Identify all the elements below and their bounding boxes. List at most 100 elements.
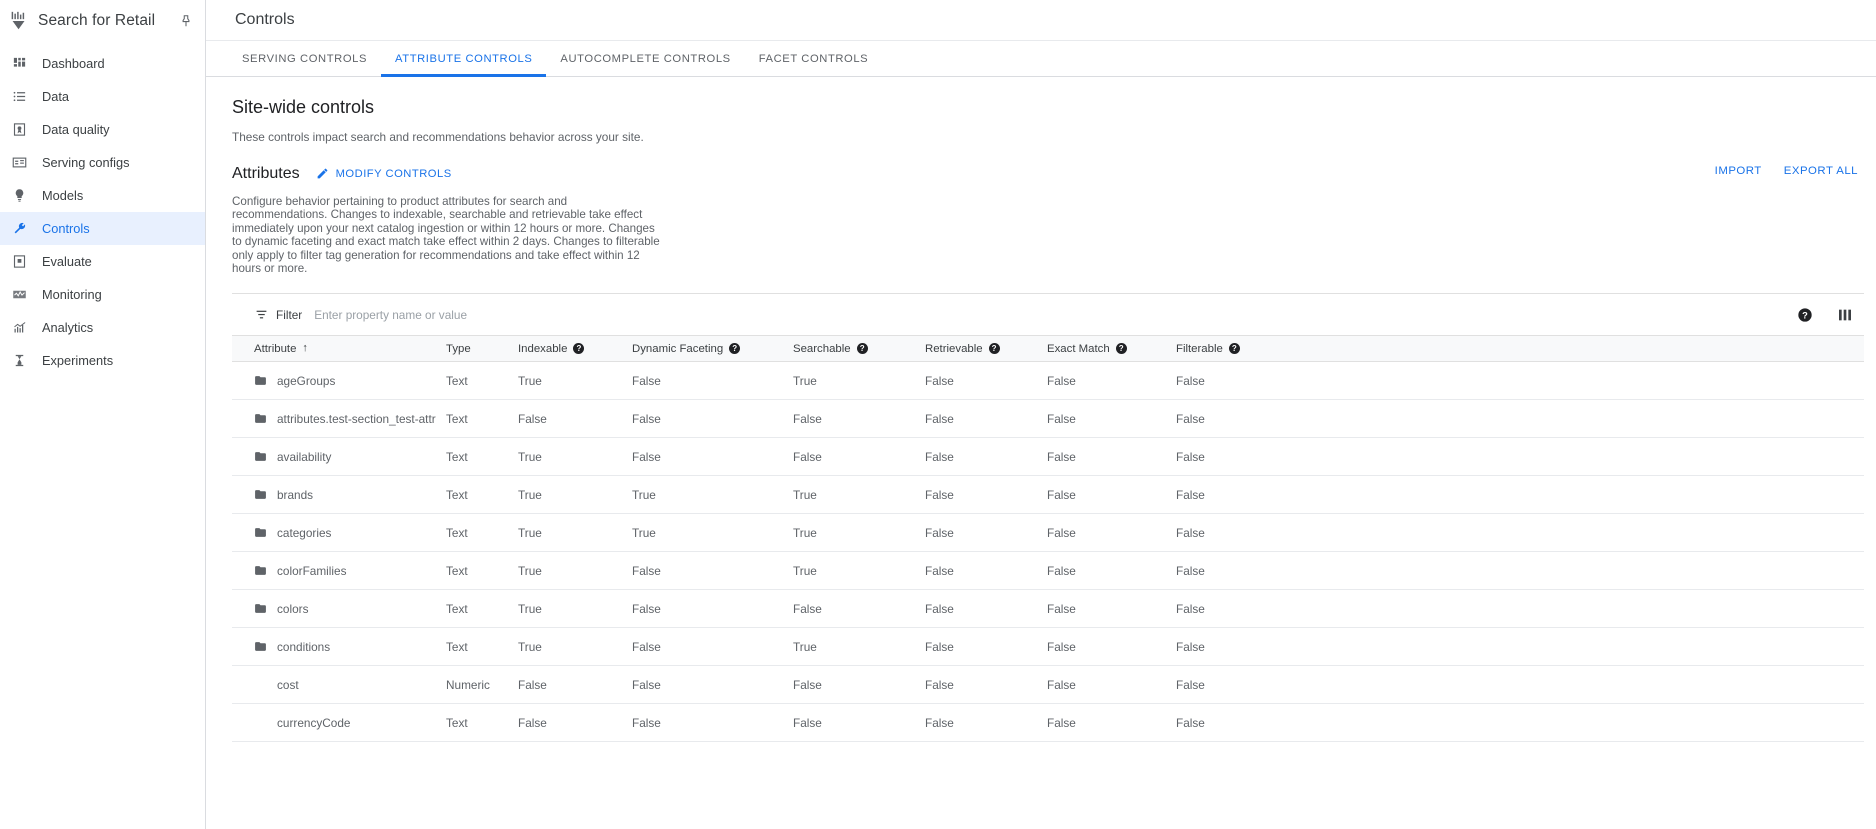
column-label: Filterable <box>1176 343 1223 355</box>
column-header-attribute[interactable]: Attribute ↑ <box>232 336 446 362</box>
sidebar-item-data[interactable]: Data <box>0 80 205 113</box>
cell-attribute: conditions <box>232 628 446 666</box>
cell-type: Text <box>446 476 518 514</box>
help-icon[interactable]: ? <box>857 343 868 354</box>
brand-title: Search for Retail <box>38 12 169 30</box>
help-icon[interactable]: ? <box>573 343 584 354</box>
attributes-description: Configure behavior pertaining to product… <box>232 195 664 275</box>
table-row[interactable]: colorsTextTrueFalseFalseFalseFalseFalse <box>232 590 1864 628</box>
cell-indexable: True <box>518 438 632 476</box>
column-header-type[interactable]: Type <box>446 336 518 362</box>
sidebar-item-experiments[interactable]: Experiments <box>0 344 205 377</box>
column-header-dynamic-faceting[interactable]: Dynamic Faceting ? <box>632 336 793 362</box>
cell-dynamic-faceting: False <box>632 590 793 628</box>
cell-filterable: False <box>1176 666 1864 704</box>
column-header-indexable[interactable]: Indexable ? <box>518 336 632 362</box>
cell-exact-match: False <box>1047 552 1176 590</box>
cell-type: Text <box>446 438 518 476</box>
cell-searchable: False <box>793 590 925 628</box>
cell-filterable: False <box>1176 704 1864 742</box>
column-header-filterable[interactable]: Filterable ? <box>1176 336 1864 362</box>
table-row[interactable]: availabilityTextTrueFalseFalseFalseFalse… <box>232 438 1864 476</box>
table-body: ageGroupsTextTrueFalseTrueFalseFalseFals… <box>232 362 1864 742</box>
export-all-button[interactable]: EXPORT ALL <box>1784 165 1858 177</box>
folder-icon <box>254 374 267 387</box>
sidebar-item-models[interactable]: Models <box>0 179 205 212</box>
cell-indexable: True <box>518 476 632 514</box>
column-label: Exact Match <box>1047 343 1110 355</box>
help-icon[interactable]: ? <box>989 343 1000 354</box>
table-row[interactable]: colorFamiliesTextTrueFalseTrueFalseFalse… <box>232 552 1864 590</box>
cell-exact-match: False <box>1047 362 1176 400</box>
pencil-icon <box>316 167 330 181</box>
cell-exact-match: False <box>1047 666 1176 704</box>
help-icon[interactable]: ? <box>1116 343 1127 354</box>
tab-facet-controls[interactable]: FACET CONTROLS <box>745 53 883 76</box>
sort-ascending-icon: ↑ <box>302 343 308 354</box>
modify-controls-button[interactable]: MODIFY CONTROLS <box>316 167 452 181</box>
cell-dynamic-faceting: False <box>632 628 793 666</box>
attribute-name: availability <box>277 450 331 464</box>
table-row[interactable]: currencyCodeTextFalseFalseFalseFalseFals… <box>232 704 1864 742</box>
cell-dynamic-faceting: False <box>632 704 793 742</box>
monitoring-icon <box>11 286 28 303</box>
table-row[interactable]: costNumericFalseFalseFalseFalseFalseFals… <box>232 666 1864 704</box>
sidebar-item-controls[interactable]: Controls <box>0 212 205 245</box>
sidebar-item-serving-configs[interactable]: Serving configs <box>0 146 205 179</box>
cell-retrievable: False <box>925 552 1047 590</box>
folder-icon <box>254 450 267 463</box>
cell-indexable: True <box>518 590 632 628</box>
folder-icon <box>254 564 267 577</box>
tab-autocomplete-controls[interactable]: AUTOCOMPLETE CONTROLS <box>546 53 744 76</box>
attribute-name: colors <box>277 602 308 616</box>
serving-configs-icon <box>11 154 28 171</box>
column-header-retrievable[interactable]: Retrievable ? <box>925 336 1047 362</box>
table-row[interactable]: conditionsTextTrueFalseTrueFalseFalseFal… <box>232 628 1864 666</box>
pin-icon[interactable] <box>177 12 195 30</box>
cell-type: Text <box>446 552 518 590</box>
folder-icon <box>254 640 267 653</box>
cell-type: Text <box>446 400 518 438</box>
tab-attribute-controls[interactable]: ATTRIBUTE CONTROLS <box>381 53 546 76</box>
attributes-header-row: Attributes MODIFY CONTROLS IMPORT EXPORT… <box>232 165 1876 183</box>
help-circle-icon[interactable]: ? <box>1796 306 1814 324</box>
cell-searchable: True <box>793 362 925 400</box>
cell-dynamic-faceting: False <box>632 666 793 704</box>
cell-retrievable: False <box>925 476 1047 514</box>
column-label: Attribute <box>254 343 296 355</box>
tab-serving-controls[interactable]: SERVING CONTROLS <box>228 53 381 76</box>
sidebar-item-monitoring[interactable]: Monitoring <box>0 278 205 311</box>
table-row[interactable]: attributes.test-section_test-attrTextFal… <box>232 400 1864 438</box>
help-icon[interactable]: ? <box>729 343 740 354</box>
sidebar-item-evaluate[interactable]: Evaluate <box>0 245 205 278</box>
column-settings-icon[interactable] <box>1836 306 1854 324</box>
sidebar-item-dashboard[interactable]: Dashboard <box>0 47 205 80</box>
column-label: Searchable <box>793 343 851 355</box>
filter-bar: Filter ? <box>232 294 1864 335</box>
attribute-name: currencyCode <box>277 716 350 730</box>
cell-filterable: False <box>1176 400 1864 438</box>
sidebar-item-analytics[interactable]: Analytics <box>0 311 205 344</box>
column-header-searchable[interactable]: Searchable ? <box>793 336 925 362</box>
filter-icon[interactable] <box>254 307 269 322</box>
cell-searchable: False <box>793 400 925 438</box>
cell-attribute: cost <box>232 666 446 704</box>
sidebar-item-data-quality[interactable]: Data quality <box>0 113 205 146</box>
import-button[interactable]: IMPORT <box>1715 165 1762 177</box>
filter-input[interactable] <box>314 308 734 322</box>
attribute-name: colorFamilies <box>277 564 347 578</box>
cell-filterable: False <box>1176 514 1864 552</box>
experiments-icon <box>11 352 28 369</box>
evaluate-icon <box>11 253 28 270</box>
folder-icon <box>254 602 267 615</box>
main-area: Controls SERVING CONTROLS ATTRIBUTE CONT… <box>206 0 1876 829</box>
table-row[interactable]: ageGroupsTextTrueFalseTrueFalseFalseFals… <box>232 362 1864 400</box>
cell-exact-match: False <box>1047 514 1176 552</box>
table-row[interactable]: brandsTextTrueTrueTrueFalseFalseFalse <box>232 476 1864 514</box>
help-icon[interactable]: ? <box>1229 343 1240 354</box>
folder-icon <box>254 526 267 539</box>
table-row[interactable]: categoriesTextTrueTrueTrueFalseFalseFals… <box>232 514 1864 552</box>
sidebar-item-label: Experiments <box>42 353 113 368</box>
sidebar-nav: Dashboard Data <box>0 41 205 377</box>
column-header-exact-match[interactable]: Exact Match ? <box>1047 336 1176 362</box>
